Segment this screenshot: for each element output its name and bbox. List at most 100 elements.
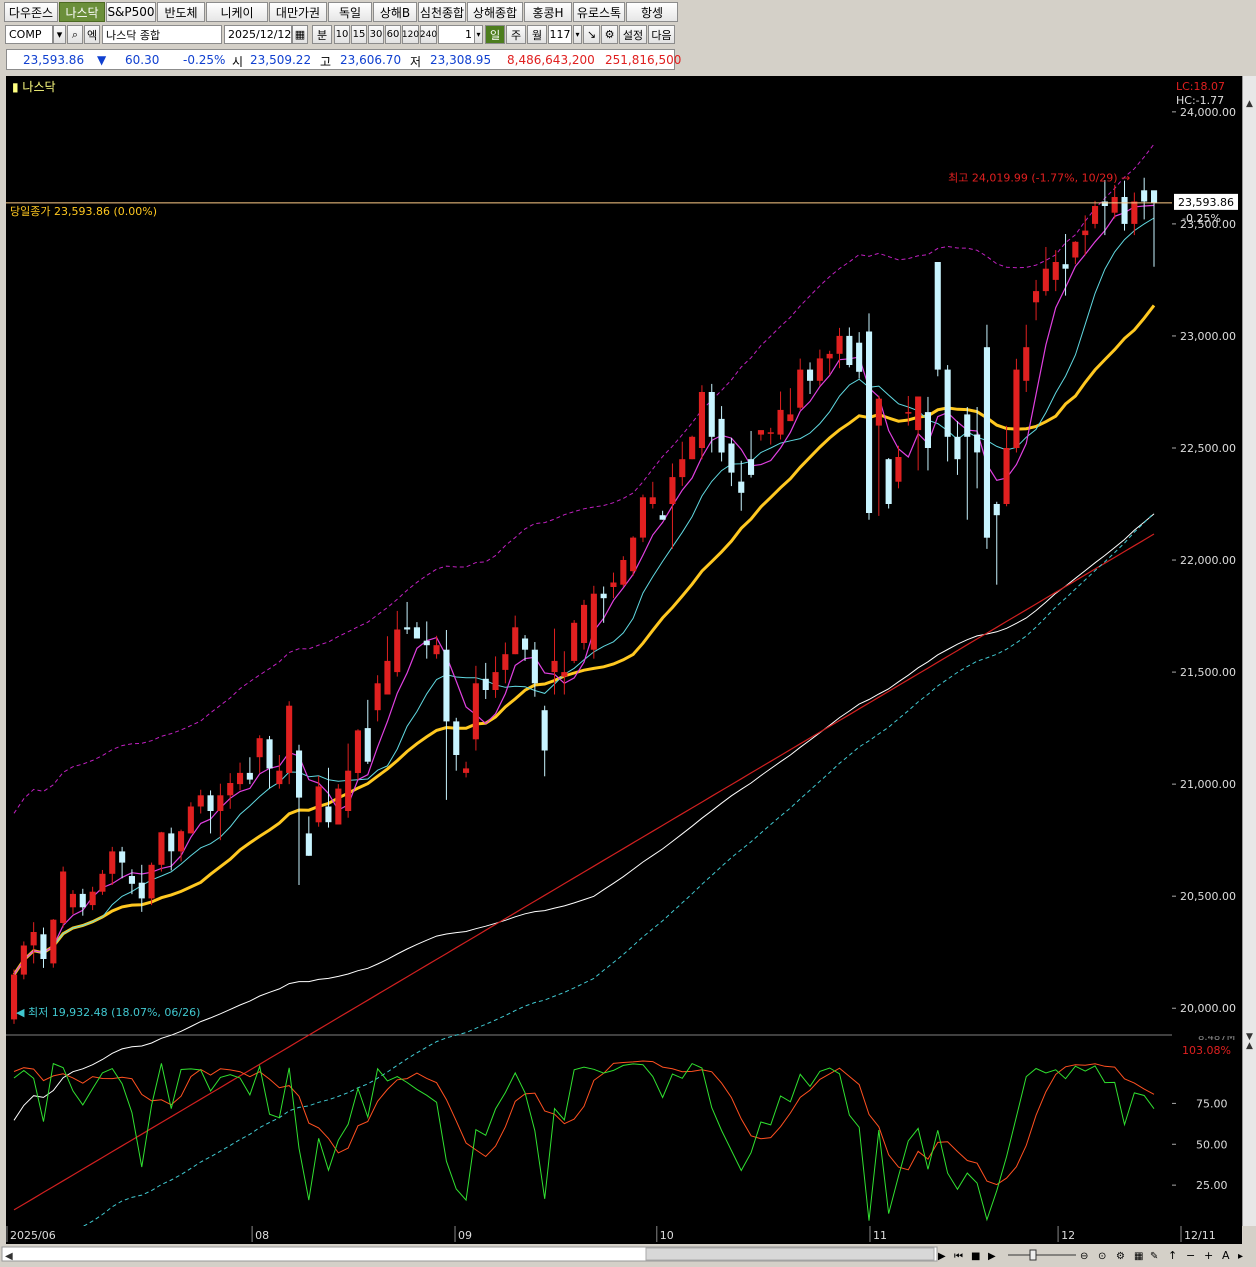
candle-body (1111, 197, 1118, 213)
candle-body (315, 786, 322, 823)
market-tab[interactable]: S&P500 (106, 2, 156, 22)
scroll-up-icon[interactable]: ↑ (1168, 1249, 1177, 1262)
rewind-icon[interactable]: ⏮ (954, 1251, 963, 1262)
candle-body (787, 414, 794, 422)
zoom-reset-icon[interactable]: ⊙ (1098, 1251, 1106, 1262)
market-tab[interactable]: 대만가권 (269, 2, 327, 22)
symbol-code-select[interactable]: COMP (5, 25, 53, 44)
osc-main-line (13, 1062, 1155, 1222)
candle-body (934, 262, 941, 370)
candle-body (708, 392, 715, 437)
more-icon[interactable]: ▸ (1238, 1251, 1243, 1262)
grid-icon[interactable]: ▦ (1134, 1251, 1143, 1262)
svg-text:▲: ▲ (1246, 99, 1253, 109)
price-tick-label: 20,500.00 (1180, 890, 1236, 903)
gear-icon[interactable]: ⚙ (601, 25, 618, 44)
minute-button[interactable]: 분 (312, 25, 332, 44)
day-button[interactable]: 일 (485, 25, 505, 44)
symbol-name-text: 나스닥 종합 (106, 28, 161, 42)
market-tab[interactable]: 심천종합 (418, 2, 466, 22)
svg-text:▲: ▲ (1246, 1041, 1253, 1051)
interval-10-button[interactable]: 10 (334, 25, 350, 44)
code-toggle-button[interactable]: 엑 (84, 25, 100, 44)
interval-120-button[interactable]: 120 (402, 25, 419, 44)
interval-30-button[interactable]: 30 (368, 25, 384, 44)
play-icon[interactable]: ▶ (988, 1251, 996, 1262)
high-annotation: 최고 24,019.99 (-1.77%, 10/29) → (948, 172, 1130, 185)
candle-body (551, 660, 558, 673)
candle-body (807, 369, 814, 381)
market-tab[interactable]: 독일 (328, 2, 372, 22)
hc-label: HC:-1.77 (1176, 94, 1224, 107)
candle-body (1151, 190, 1158, 203)
date-axis-svg: 2025/06 08 09 10 11 12 12/11 (6, 1226, 1216, 1242)
vertical-scrollbar[interactable]: ▲ ▼ ▲ (1242, 76, 1256, 1226)
search-icon[interactable]: ⌕ (67, 25, 83, 44)
market-tab[interactable]: 항셍 (626, 2, 678, 22)
candle-body (237, 772, 244, 785)
candle-body (748, 459, 755, 475)
bar-count-input[interactable]: 117 (548, 25, 572, 44)
market-tab[interactable]: 유로스톡 (573, 2, 625, 22)
market-tab[interactable]: 상해B (373, 2, 417, 22)
last-price: 23,593.86 (23, 53, 85, 67)
candle-body (561, 672, 568, 677)
chevron-down-icon[interactable]: ▾ (53, 25, 66, 44)
candle-body (138, 882, 145, 899)
price-tick-label: 21,500.00 (1180, 666, 1236, 679)
open-label: 시 (232, 55, 244, 69)
zoom-slider-thumb[interactable] (1029, 1249, 1037, 1261)
next-button[interactable]: 다음 (648, 25, 675, 44)
spin-icon[interactable]: ▾ (474, 25, 483, 44)
osc-top-label: 8.487M (1198, 1036, 1235, 1043)
scroll-thumb[interactable] (645, 1247, 935, 1261)
zoom-minus-icon[interactable]: − (1186, 1249, 1195, 1262)
next-label: 다음 (651, 28, 672, 42)
interval-15-button[interactable]: 15 (351, 25, 367, 44)
month-button[interactable]: 월 (527, 25, 547, 44)
drawing-icon[interactable]: ✎ (1150, 1251, 1158, 1262)
stop-icon[interactable]: ■ (971, 1251, 980, 1262)
open-value: 23,509.22 (250, 53, 312, 67)
interval-60-button[interactable]: 60 (385, 25, 401, 44)
settings-icon[interactable]: ⚙ (1116, 1251, 1125, 1262)
market-tab[interactable]: 홍콩H (524, 2, 572, 22)
market-tab[interactable]: 나스닥 (59, 2, 105, 22)
chart-style-icon[interactable]: ↘ (583, 25, 600, 44)
interval-input[interactable]: 1 (438, 25, 476, 44)
date-field[interactable]: 2025/12/12 (224, 25, 292, 44)
zoom-plus-icon[interactable]: + (1204, 1249, 1213, 1262)
settings-button[interactable]: 설정 (619, 25, 647, 44)
bar-count-value: 117 (549, 28, 571, 41)
week-button[interactable]: 주 (506, 25, 526, 44)
change-percent: -0.25% (183, 53, 226, 67)
current-price-box-value: 23,593.86 (1178, 196, 1234, 209)
price-chart[interactable]: ▮ 나스닥 당일종가 23,593.86 (0.00%) 최고 24,019.99 … (6, 76, 1172, 1267)
market-tab[interactable]: 니케이 (206, 2, 268, 22)
calendar-icon[interactable]: ▦ (292, 25, 308, 44)
interval-value: 1 (465, 28, 472, 41)
market-tab[interactable]: 다우존스 (4, 2, 58, 22)
date-text: 2025/12/12 (228, 28, 292, 41)
candle-body (639, 497, 646, 538)
market-tabs: 다우존스 나스닥 S&P500 반도체 니케이 대만가권 독일 상해B 심천종합 상해종합 홍콩H 유… (4, 2, 679, 23)
candle-body (669, 477, 676, 504)
interval-label: 30 (369, 29, 383, 40)
market-tab[interactable]: 상해종합 (467, 2, 523, 22)
symbol-name-field[interactable]: 나스닥 종합 (102, 25, 222, 44)
scroll-right-icon[interactable]: ▶ (938, 1251, 946, 1262)
spin-icon[interactable]: ▾ (573, 25, 582, 44)
candle-body (305, 833, 312, 856)
zoom-out-icon[interactable]: ⊖ (1080, 1251, 1088, 1262)
candle-body (1082, 230, 1089, 236)
amount-value: 251,816,500 (605, 53, 682, 67)
scroll-left-icon[interactable]: ◀ (5, 1251, 13, 1262)
price-tick-label: 21,000.00 (1180, 778, 1236, 791)
candle-body (541, 710, 548, 751)
candle-body (79, 893, 86, 908)
candle-body (69, 893, 76, 908)
interval-240-button[interactable]: 240 (420, 25, 437, 44)
text-size-icon[interactable]: A (1222, 1249, 1230, 1262)
candle-body (905, 412, 912, 414)
market-tab[interactable]: 반도체 (157, 2, 205, 22)
